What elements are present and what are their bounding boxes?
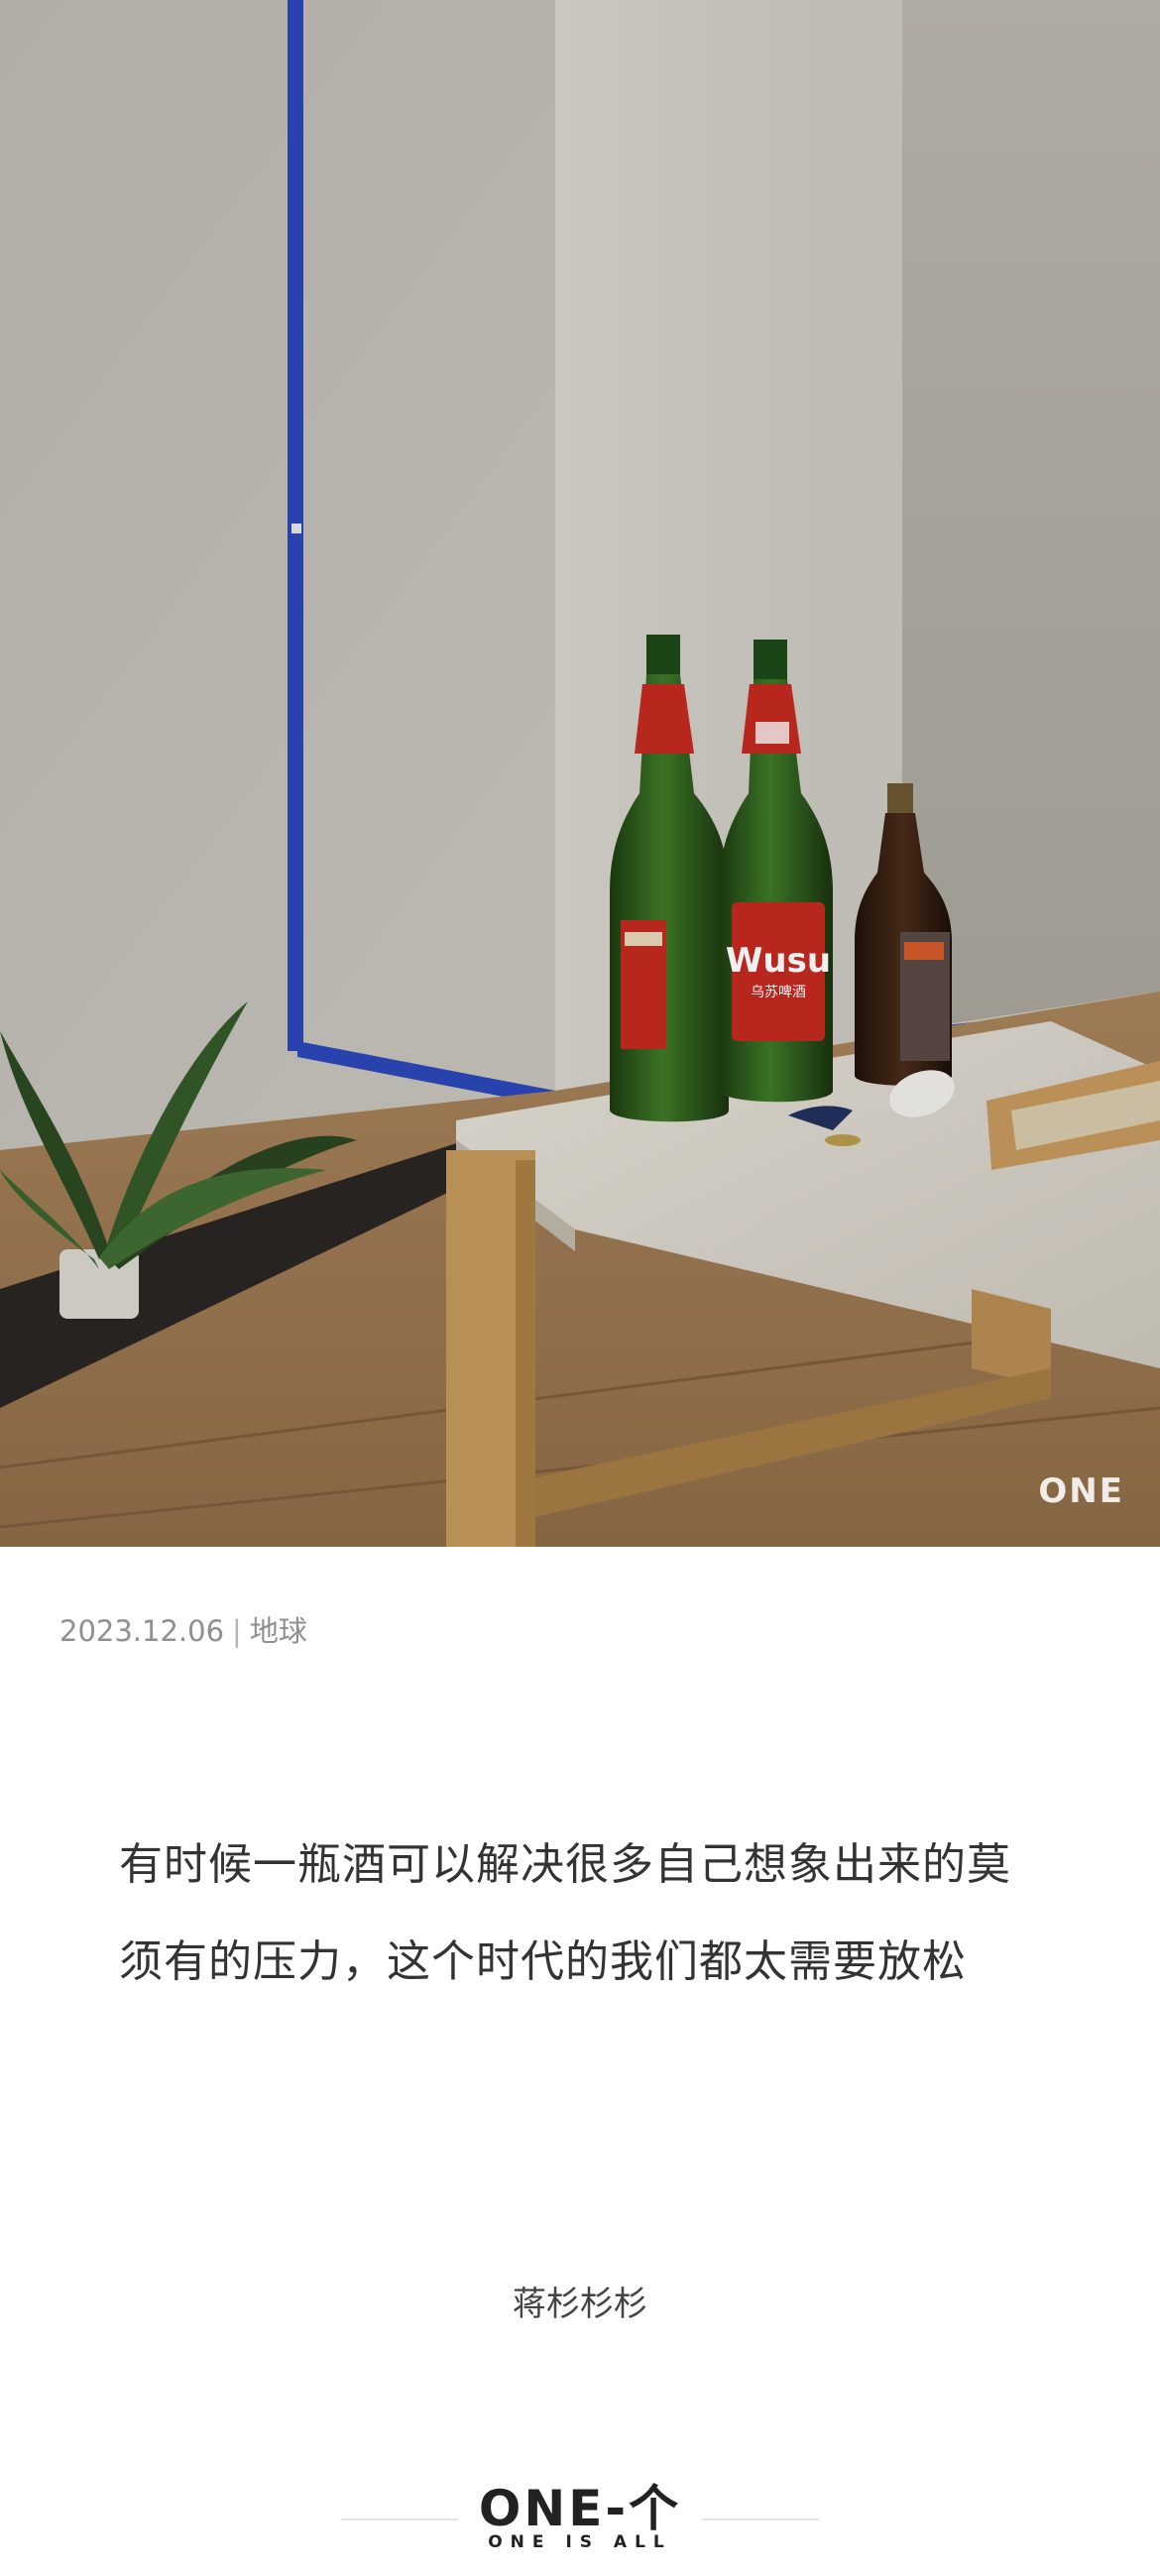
footer-brand: ONE-个 ONE IS ALL (0, 2469, 1160, 2558)
meta-separator: | (232, 1614, 242, 1648)
photo-illustration: Wusu 乌苏啤酒 (0, 0, 1160, 1547)
post-date: 2023.12.06 (59, 1614, 225, 1648)
author-name: 蒋杉杉杉 (513, 2284, 647, 2324)
post-location: 地球 (249, 1614, 307, 1648)
hero-photo: Wusu 乌苏啤酒 ONE (0, 0, 1160, 1547)
brand-logo: ONE-个 (478, 2480, 682, 2537)
post-meta: 2023.12.06 | 地球 (59, 1608, 307, 1650)
quote-text: 有时候一瓶酒可以解决很多自己想象出来的莫 须有的压力，这个时代的我们都太需要放松 (119, 1816, 1051, 2011)
quote-line-2: 须有的压力，这个时代的我们都太需要放松 (119, 1936, 967, 1987)
quote-line-1: 有时候一瓶酒可以解决很多自己想象出来的莫 (119, 1839, 1011, 1890)
brand-tagline: ONE IS ALL (488, 2532, 672, 2552)
watermark-logo: ONE (1038, 1471, 1124, 1511)
